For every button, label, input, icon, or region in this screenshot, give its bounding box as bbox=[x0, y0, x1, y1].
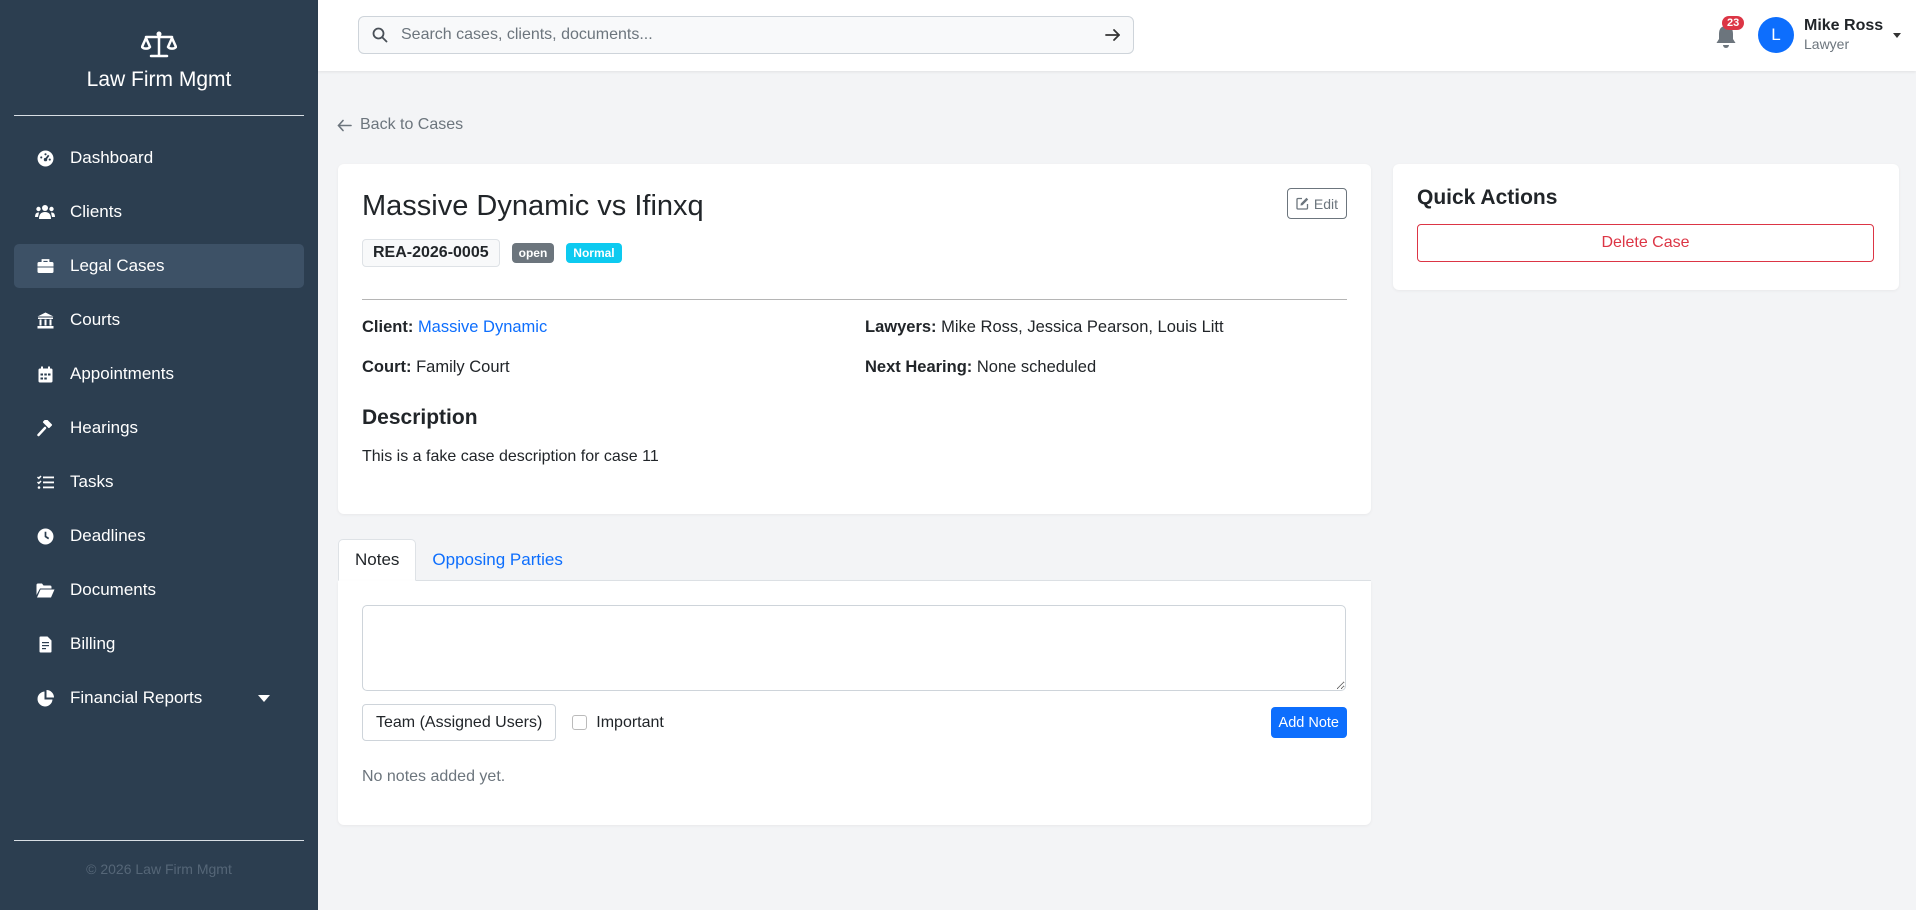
tab-opposing-parties[interactable]: Opposing Parties bbox=[416, 539, 578, 581]
top-header: 23 L Mike Ross Lawyer bbox=[318, 0, 1916, 71]
priority-badge: Normal bbox=[566, 243, 622, 263]
next-hearing-label: Next Hearing: bbox=[865, 358, 973, 376]
sidebar-item-label: Courts bbox=[70, 310, 121, 329]
sidebar-item-billing[interactable]: Billing bbox=[14, 622, 304, 666]
sidebar-item-tasks[interactable]: Tasks bbox=[14, 460, 304, 504]
sidebar-item-clients[interactable]: Clients bbox=[14, 190, 304, 234]
sidebar-divider bbox=[14, 115, 304, 116]
clock-icon bbox=[35, 528, 55, 545]
users-icon bbox=[35, 204, 55, 220]
sidebar-item-label: Tasks bbox=[70, 472, 114, 491]
calendar-icon bbox=[35, 366, 55, 383]
court-value: Family Court bbox=[416, 358, 510, 376]
case-divider bbox=[362, 299, 1347, 300]
empty-notes-text: No notes added yet. bbox=[362, 768, 506, 785]
description-text: This is a fake case description for case… bbox=[362, 448, 659, 465]
edit-label: Edit bbox=[1313, 195, 1338, 212]
brand-name: Law Firm Mgmt bbox=[86, 68, 232, 91]
case-title: Massive Dynamic vs Ifinxq bbox=[362, 190, 704, 222]
back-link-label: Back to Cases bbox=[360, 116, 464, 133]
add-note-button[interactable]: Add Note bbox=[1270, 707, 1347, 738]
sidebar-item-appointments[interactable]: Appointments bbox=[14, 352, 304, 396]
folder-icon bbox=[35, 583, 55, 598]
sidebar-item-dashboard[interactable]: Dashboard bbox=[14, 136, 304, 180]
next-hearing-field: Next Hearing: None scheduled bbox=[865, 358, 1347, 377]
sidebar-item-label: Appointments bbox=[70, 364, 174, 383]
brand[interactable]: Law Firm Mgmt bbox=[0, 0, 318, 115]
lawyers-value: Mike Ross, Jessica Pearson, Louis Litt bbox=[941, 318, 1224, 336]
quick-actions-card: Quick Actions Delete Case bbox=[1393, 164, 1899, 290]
quick-actions-title: Quick Actions bbox=[1417, 186, 1558, 209]
case-details-card: Massive Dynamic vs Ifinxq Edit REA-2026-… bbox=[338, 164, 1371, 514]
sidebar-item-label: Deadlines bbox=[70, 526, 146, 545]
briefcase-icon bbox=[35, 258, 55, 274]
sidebar-item-label: Dashboard bbox=[70, 148, 154, 167]
sidebar-item-legal-cases[interactable]: Legal Cases bbox=[14, 244, 304, 288]
important-checkbox[interactable]: Important bbox=[572, 714, 664, 732]
back-to-cases-link[interactable]: Back to Cases bbox=[337, 116, 463, 134]
description-heading: Description bbox=[362, 406, 478, 429]
tab-notes[interactable]: Notes bbox=[338, 539, 417, 581]
lawyers-label: Lawyers: bbox=[865, 318, 937, 336]
search-input[interactable] bbox=[401, 26, 1093, 44]
sidebar-item-label: Legal Cases bbox=[70, 256, 165, 275]
note-controls: Team (Assigned Users) Important Add Note bbox=[362, 704, 1347, 741]
gavel-icon bbox=[35, 419, 55, 437]
case-number: REA-2026-0005 bbox=[362, 239, 500, 267]
sidebar-item-label: Hearings bbox=[70, 418, 139, 437]
notes-panel: Team (Assigned Users) Important Add Note… bbox=[338, 581, 1371, 825]
chevron-down-icon[interactable] bbox=[258, 694, 270, 702]
case-badges: REA-2026-0005 open Normal bbox=[362, 239, 1347, 267]
caret-down-icon bbox=[1893, 32, 1902, 38]
notification-badge: 23 bbox=[1722, 16, 1745, 30]
arrow-right-icon[interactable] bbox=[1093, 28, 1133, 42]
invoice-icon bbox=[35, 636, 55, 653]
sidebar-item-label: Financial Reports bbox=[70, 688, 203, 707]
dashboard-icon bbox=[35, 150, 55, 167]
search-bar bbox=[358, 16, 1134, 54]
delete-case-button[interactable]: Delete Case bbox=[1417, 224, 1874, 262]
client-link[interactable]: Massive Dynamic bbox=[418, 318, 547, 336]
sidebar-item-label: Billing bbox=[70, 634, 116, 653]
user-info: Mike Ross Lawyer bbox=[1804, 16, 1883, 54]
client-label: Client: bbox=[362, 318, 414, 336]
search-icon bbox=[359, 27, 401, 43]
tasks-icon bbox=[35, 474, 55, 490]
important-label: Important bbox=[596, 713, 664, 731]
status-badge: open bbox=[511, 243, 555, 263]
sidebar-item-financial-reports[interactable]: Financial Reports bbox=[14, 676, 304, 720]
sidebar: Law Firm Mgmt Dashboard Clients Legal Ca… bbox=[0, 0, 318, 910]
edit-button[interactable]: Edit bbox=[1286, 188, 1347, 219]
user-role: Lawyer bbox=[1804, 36, 1850, 52]
checkbox-box[interactable] bbox=[572, 715, 588, 730]
note-textarea[interactable] bbox=[362, 605, 1346, 691]
case-info: Client: Massive Dynamic Lawyers: Mike Ro… bbox=[362, 318, 1347, 377]
sidebar-item-hearings[interactable]: Hearings bbox=[14, 406, 304, 450]
courthouse-icon bbox=[35, 312, 55, 329]
visibility-select[interactable]: Team (Assigned Users) bbox=[362, 704, 557, 741]
client-field: Client: Massive Dynamic bbox=[362, 318, 865, 337]
user-name: Mike Ross bbox=[1804, 17, 1884, 34]
case-tabs: Notes Opposing Parties bbox=[338, 539, 1371, 581]
user-menu[interactable]: L Mike Ross Lawyer bbox=[1758, 15, 1902, 55]
sidebar-item-documents[interactable]: Documents bbox=[14, 568, 304, 612]
pie-chart-icon bbox=[35, 689, 55, 707]
sidebar-item-label: Documents bbox=[70, 580, 156, 599]
sidebar-item-courts[interactable]: Courts bbox=[14, 298, 304, 342]
arrow-left-icon bbox=[337, 119, 352, 131]
scales-icon bbox=[141, 31, 177, 58]
avatar: L bbox=[1758, 17, 1794, 53]
next-hearing-value: None scheduled bbox=[976, 358, 1097, 376]
lawyers-field: Lawyers: Mike Ross, Jessica Pearson, Lou… bbox=[865, 318, 1347, 337]
sidebar-nav: Dashboard Clients Legal Cases Courts App… bbox=[0, 136, 318, 720]
sidebar-footer: © 2026 Law Firm Mgmt bbox=[14, 840, 304, 910]
sidebar-item-label: Clients bbox=[70, 202, 122, 221]
court-label: Court: bbox=[362, 358, 412, 376]
sidebar-item-deadlines[interactable]: Deadlines bbox=[14, 514, 304, 558]
court-field: Court: Family Court bbox=[362, 358, 865, 377]
edit-icon bbox=[1296, 197, 1309, 210]
